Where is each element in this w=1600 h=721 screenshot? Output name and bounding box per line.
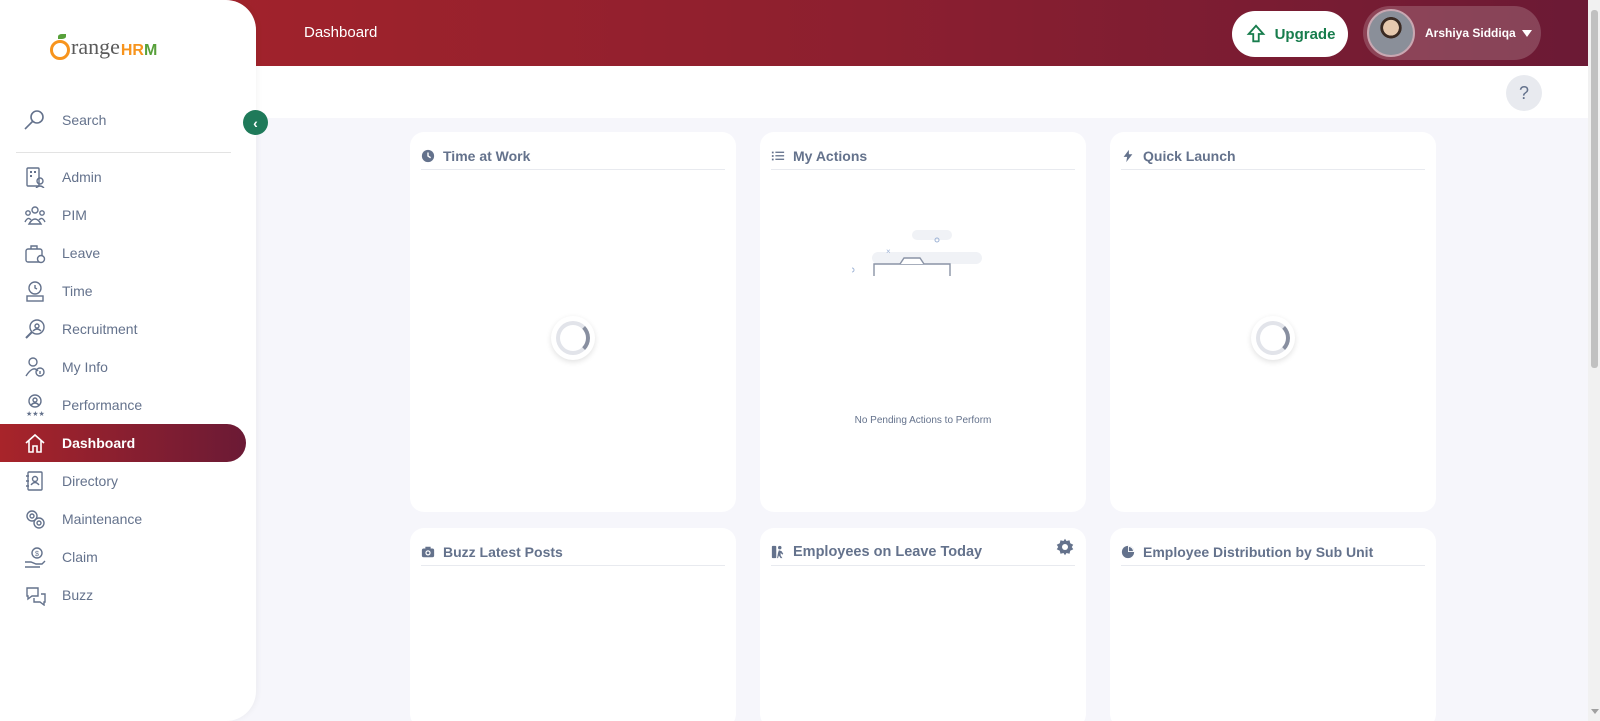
card-title: My Actions <box>793 147 868 164</box>
divider <box>16 152 231 153</box>
search-icon <box>24 110 44 130</box>
empty-state-text: No Pending Actions to Perform <box>854 415 992 426</box>
claim-icon: $ <box>24 546 46 568</box>
sidebar-item-label: Directory <box>62 473 119 489</box>
gear-icon[interactable] <box>1056 538 1074 556</box>
my-actions-card: My Actions × No Pending Actions to Perfo… <box>760 132 1086 512</box>
card-header: Buzz Latest Posts <box>421 538 725 566</box>
sidebar-item-label: Maintenance <box>62 511 143 527</box>
employees-on-leave-card: Employees on Leave Today <box>760 528 1086 721</box>
chevron-down-icon <box>1521 29 1532 37</box>
sidebar-item-admin[interactable]: Admin <box>0 158 246 196</box>
camera-icon <box>421 546 435 557</box>
logo-hr: HR <box>120 42 144 59</box>
card-header: Employees on Leave Today <box>771 538 1075 566</box>
sidebar-item-claim[interactable]: $ Claim <box>0 538 246 576</box>
sidebar-item-label: PIM <box>62 207 87 223</box>
svg-text:$: $ <box>35 551 39 558</box>
sidebar-item-label: Performance <box>62 397 143 413</box>
card-title: Employees on Leave Today <box>793 543 983 560</box>
card-header: Employee Distribution by Sub Unit <box>1121 538 1425 566</box>
pie-chart-icon <box>1121 545 1135 558</box>
sidebar-item-my-info[interactable]: My Info <box>0 348 246 386</box>
sidebar-item-label: Buzz <box>62 587 94 603</box>
orangehrm-logo[interactable]: range HRM <box>50 34 157 60</box>
sidebar-item-label: Dashboard <box>62 435 136 451</box>
performance-icon: ★★★ <box>24 394 46 416</box>
user-name: Arshiya Siddiqa <box>1425 26 1516 40</box>
page-title: Dashboard <box>304 24 378 41</box>
scroll-down-icon[interactable] <box>1591 709 1599 714</box>
card-header: Time at Work <box>421 142 725 170</box>
main-menu: Admin PIM Leave Time Recruitment My Info ★★★ Pe… <box>0 158 246 614</box>
upgrade-button[interactable]: Upgrade <box>1232 11 1348 57</box>
employee-distribution-card: Employee Distribution by Sub Unit <box>1110 528 1436 721</box>
sidebar-item-buzz[interactable]: Buzz <box>0 576 246 614</box>
list-icon <box>771 151 785 160</box>
sidebar-item-pim[interactable]: PIM <box>0 196 246 234</box>
sidebar-item-performance[interactable]: ★★★ Performance <box>0 386 246 424</box>
logo-hrm: HRM <box>121 42 157 60</box>
loading-spinner <box>1251 316 1295 360</box>
svg-text:★★★: ★★★ <box>26 410 45 416</box>
home-icon <box>24 432 46 454</box>
help-button[interactable]: ? <box>1506 75 1542 111</box>
pim-icon <box>24 204 46 226</box>
sidebar-item-maintenance[interactable]: Maintenance <box>0 500 246 538</box>
sidebar: range HRM Admin PIM Leave Time Recruitment My… <box>0 0 256 721</box>
directory-icon <box>24 470 46 492</box>
time-icon <box>24 280 46 302</box>
sidebar-item-time[interactable]: Time <box>0 272 246 310</box>
sidebar-item-label: My Info <box>62 359 108 375</box>
search-input[interactable] <box>62 112 212 128</box>
logo-text: range <box>71 34 120 59</box>
clock-icon <box>421 149 435 162</box>
sidebar-item-recruitment[interactable]: Recruitment <box>0 310 246 348</box>
avatar <box>1367 9 1415 57</box>
recruitment-icon <box>24 318 46 340</box>
card-header: Quick Launch <box>1121 142 1425 170</box>
sidebar-item-label: Time <box>62 283 93 299</box>
collapse-sidebar-button[interactable]: ‹ <box>243 110 268 135</box>
sub-header <box>256 66 1588 118</box>
buzz-latest-posts-card: Buzz Latest Posts <box>410 528 736 721</box>
lightning-icon <box>1123 149 1133 162</box>
card-title: Employee Distribution by Sub Unit <box>1143 543 1374 560</box>
sidebar-item-label: Admin <box>62 169 102 185</box>
upgrade-arrow-icon <box>1246 24 1265 43</box>
card-title: Time at Work <box>443 147 531 164</box>
time-at-work-card: Time at Work <box>410 132 736 512</box>
admin-icon <box>24 166 46 188</box>
sidebar-item-directory[interactable]: Directory <box>0 462 246 500</box>
quick-launch-card: Quick Launch <box>1110 132 1436 512</box>
card-title: Buzz Latest Posts <box>443 543 563 560</box>
svg-text:×: × <box>886 247 891 256</box>
card-title: Quick Launch <box>1143 147 1236 164</box>
maintenance-icon <box>24 508 46 530</box>
card-header: My Actions <box>771 142 1075 170</box>
logo-m: M <box>143 42 158 59</box>
sidebar-item-label: Recruitment <box>62 321 138 337</box>
walking-person-icon <box>771 545 784 558</box>
scrollbar-thumb[interactable] <box>1591 10 1598 368</box>
upgrade-label: Upgrade <box>1274 25 1336 43</box>
user-dropdown[interactable]: Arshiya Siddiqa <box>1363 6 1541 60</box>
buzz-icon <box>24 584 46 606</box>
sidebar-item-dashboard[interactable]: Dashboard <box>0 424 246 462</box>
sidebar-item-leave[interactable]: Leave <box>0 234 246 272</box>
sidebar-search <box>22 108 212 132</box>
loading-spinner <box>551 316 595 360</box>
empty-state-illustration: × <box>852 230 982 276</box>
leave-icon <box>24 242 46 264</box>
sidebar-item-label: Leave <box>62 245 101 261</box>
orange-logo-icon <box>50 34 70 60</box>
sidebar-item-label: Claim <box>62 549 98 565</box>
my-info-icon <box>24 356 46 378</box>
